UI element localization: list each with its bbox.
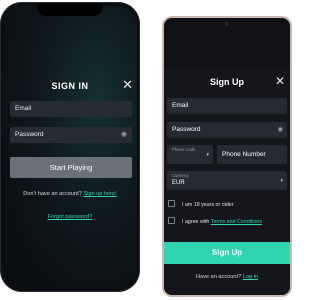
currency-value: EUR xyxy=(172,180,185,186)
no-account-text: Don't have an account? xyxy=(23,191,82,197)
phone-notch xyxy=(37,4,103,16)
phone-code-label: Phone Code xyxy=(172,147,196,152)
phone-number-field[interactable]: Phone Number xyxy=(217,145,287,164)
phone-frame-silver: Sign Up ✕ Email Password ◉ Phone Code ▾ … xyxy=(162,16,292,297)
phone-frame-black: SIGN IN ✕ Email Password ◉ Start Playing… xyxy=(0,2,140,292)
phone-code-select[interactable]: Phone Code ▾ xyxy=(167,145,213,164)
camera-icon xyxy=(225,22,229,26)
sign-in-title: SIGN IN xyxy=(51,81,89,91)
currency-select[interactable]: Currency EUR ▾ xyxy=(167,171,287,190)
start-playing-button[interactable]: Start Playing xyxy=(10,157,132,178)
forgot-row: Forgot password? xyxy=(3,214,137,220)
age-checkbox[interactable] xyxy=(168,200,175,207)
forgot-password-link[interactable]: Forgot password? xyxy=(48,214,93,220)
email-placeholder: Email xyxy=(15,105,32,112)
email-field[interactable]: Email xyxy=(167,98,287,114)
close-icon[interactable]: ✕ xyxy=(275,74,285,88)
close-icon[interactable]: ✕ xyxy=(122,77,133,93)
no-account-row: Don't have an account? Sign up here! xyxy=(3,191,137,197)
eye-icon[interactable]: ◉ xyxy=(121,127,127,143)
currency-label: Currency xyxy=(172,173,189,178)
age-checkbox-row[interactable]: I am 18 years or older xyxy=(168,200,234,208)
terms-prefix: I agree with xyxy=(182,219,210,225)
age-checkbox-label: I am 18 years or older xyxy=(182,202,234,208)
password-placeholder: Password xyxy=(15,131,44,138)
have-account-text: Have an account? xyxy=(196,274,242,280)
terms-link[interactable]: Terms and Conditions xyxy=(211,219,262,225)
log-in-link[interactable]: Log in xyxy=(243,274,258,280)
sign-up-title: Sign Up xyxy=(210,77,244,87)
email-field[interactable]: Email xyxy=(10,101,132,117)
mockup-stage: SIGN IN ✕ Email Password ◉ Start Playing… xyxy=(0,0,295,300)
sign-up-link[interactable]: Sign up here! xyxy=(83,191,116,197)
password-field[interactable]: Password ◉ xyxy=(167,122,287,138)
have-account-row: Have an account? Log in xyxy=(164,274,290,280)
sign-up-screen: Sign Up ✕ Email Password ◉ Phone Code ▾ … xyxy=(164,18,290,295)
terms-checkbox[interactable] xyxy=(168,217,175,224)
password-placeholder: Password xyxy=(172,126,201,133)
chevron-down-icon: ▾ xyxy=(280,178,283,184)
password-field[interactable]: Password ◉ xyxy=(10,127,132,143)
phone-number-placeholder: Phone Number xyxy=(222,151,266,158)
sign-up-button[interactable]: Sign Up xyxy=(164,242,290,264)
email-placeholder: Email xyxy=(172,102,189,109)
eye-icon[interactable]: ◉ xyxy=(277,125,283,133)
terms-checkbox-row[interactable]: I agree with Terms and Conditions xyxy=(168,217,262,225)
chevron-down-icon: ▾ xyxy=(206,152,209,158)
sign-in-screen: SIGN IN ✕ Email Password ◉ Start Playing… xyxy=(3,6,137,288)
